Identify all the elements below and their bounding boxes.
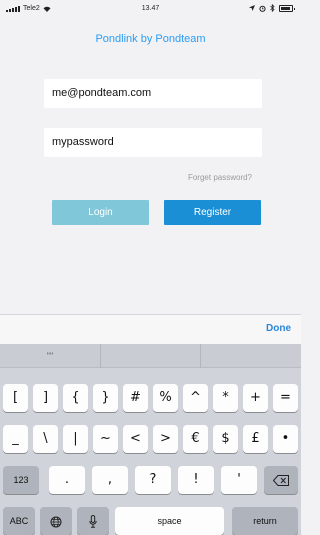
key[interactable]: % (153, 384, 178, 412)
globe-icon (50, 516, 62, 528)
suggestion-2[interactable] (100, 344, 200, 368)
key[interactable]: ~ (93, 425, 118, 453)
key[interactable]: ^ (183, 384, 208, 412)
backspace-icon (273, 475, 289, 487)
password-field[interactable]: mypassword (44, 128, 262, 157)
key[interactable]: ] (33, 384, 58, 412)
key[interactable]: \ (33, 425, 58, 453)
alarm-icon (259, 5, 266, 12)
key[interactable]: = (273, 384, 298, 412)
key[interactable]: £ (243, 425, 268, 453)
key[interactable]: + (243, 384, 268, 412)
done-button[interactable]: Done (266, 323, 291, 334)
key[interactable]: _ (3, 425, 28, 453)
login-button[interactable]: Login (52, 200, 149, 225)
key[interactable]: < (123, 425, 148, 453)
suggestion-3[interactable] (200, 344, 300, 368)
keyboard: "" [ ] { } # % ^ * + = _ \ | ~ < > € $ £… (0, 344, 301, 535)
forgot-password-link[interactable]: Forget password? (188, 173, 252, 182)
status-bar: Tele2 13.47 (0, 0, 301, 18)
battery-icon (279, 4, 295, 12)
microphone-key[interactable] (77, 507, 109, 535)
key[interactable]: • (273, 425, 298, 453)
location-icon (249, 5, 255, 11)
numbers-mode-key[interactable]: 123 (3, 466, 39, 494)
key[interactable]: ' (221, 466, 257, 494)
register-button[interactable]: Register (164, 200, 261, 225)
key[interactable]: { (63, 384, 88, 412)
backspace-key[interactable] (264, 466, 298, 494)
key[interactable]: [ (3, 384, 28, 412)
key[interactable]: . (49, 466, 85, 494)
key[interactable]: * (213, 384, 238, 412)
return-key[interactable]: return (232, 507, 298, 535)
microphone-icon (89, 515, 97, 528)
key[interactable]: ? (135, 466, 171, 494)
status-right (249, 4, 295, 12)
key[interactable]: # (123, 384, 148, 412)
key[interactable]: , (92, 466, 128, 494)
bluetooth-icon (270, 4, 275, 12)
email-field[interactable]: me@pondteam.com (44, 79, 262, 108)
key[interactable]: > (153, 425, 178, 453)
key[interactable]: $ (213, 425, 238, 453)
globe-key[interactable] (40, 507, 72, 535)
app-title: Pondlink by Pondteam (95, 33, 206, 45)
letters-mode-key[interactable]: ABC (3, 507, 35, 535)
suggestion-1[interactable]: "" (0, 344, 100, 368)
key[interactable]: ! (178, 466, 214, 494)
key[interactable]: | (63, 425, 88, 453)
key[interactable]: } (93, 384, 118, 412)
suggestion-bar: "" (0, 344, 301, 368)
keyboard-toolbar: Done (0, 314, 301, 344)
key[interactable]: € (183, 425, 208, 453)
space-key[interactable]: space (115, 507, 224, 535)
